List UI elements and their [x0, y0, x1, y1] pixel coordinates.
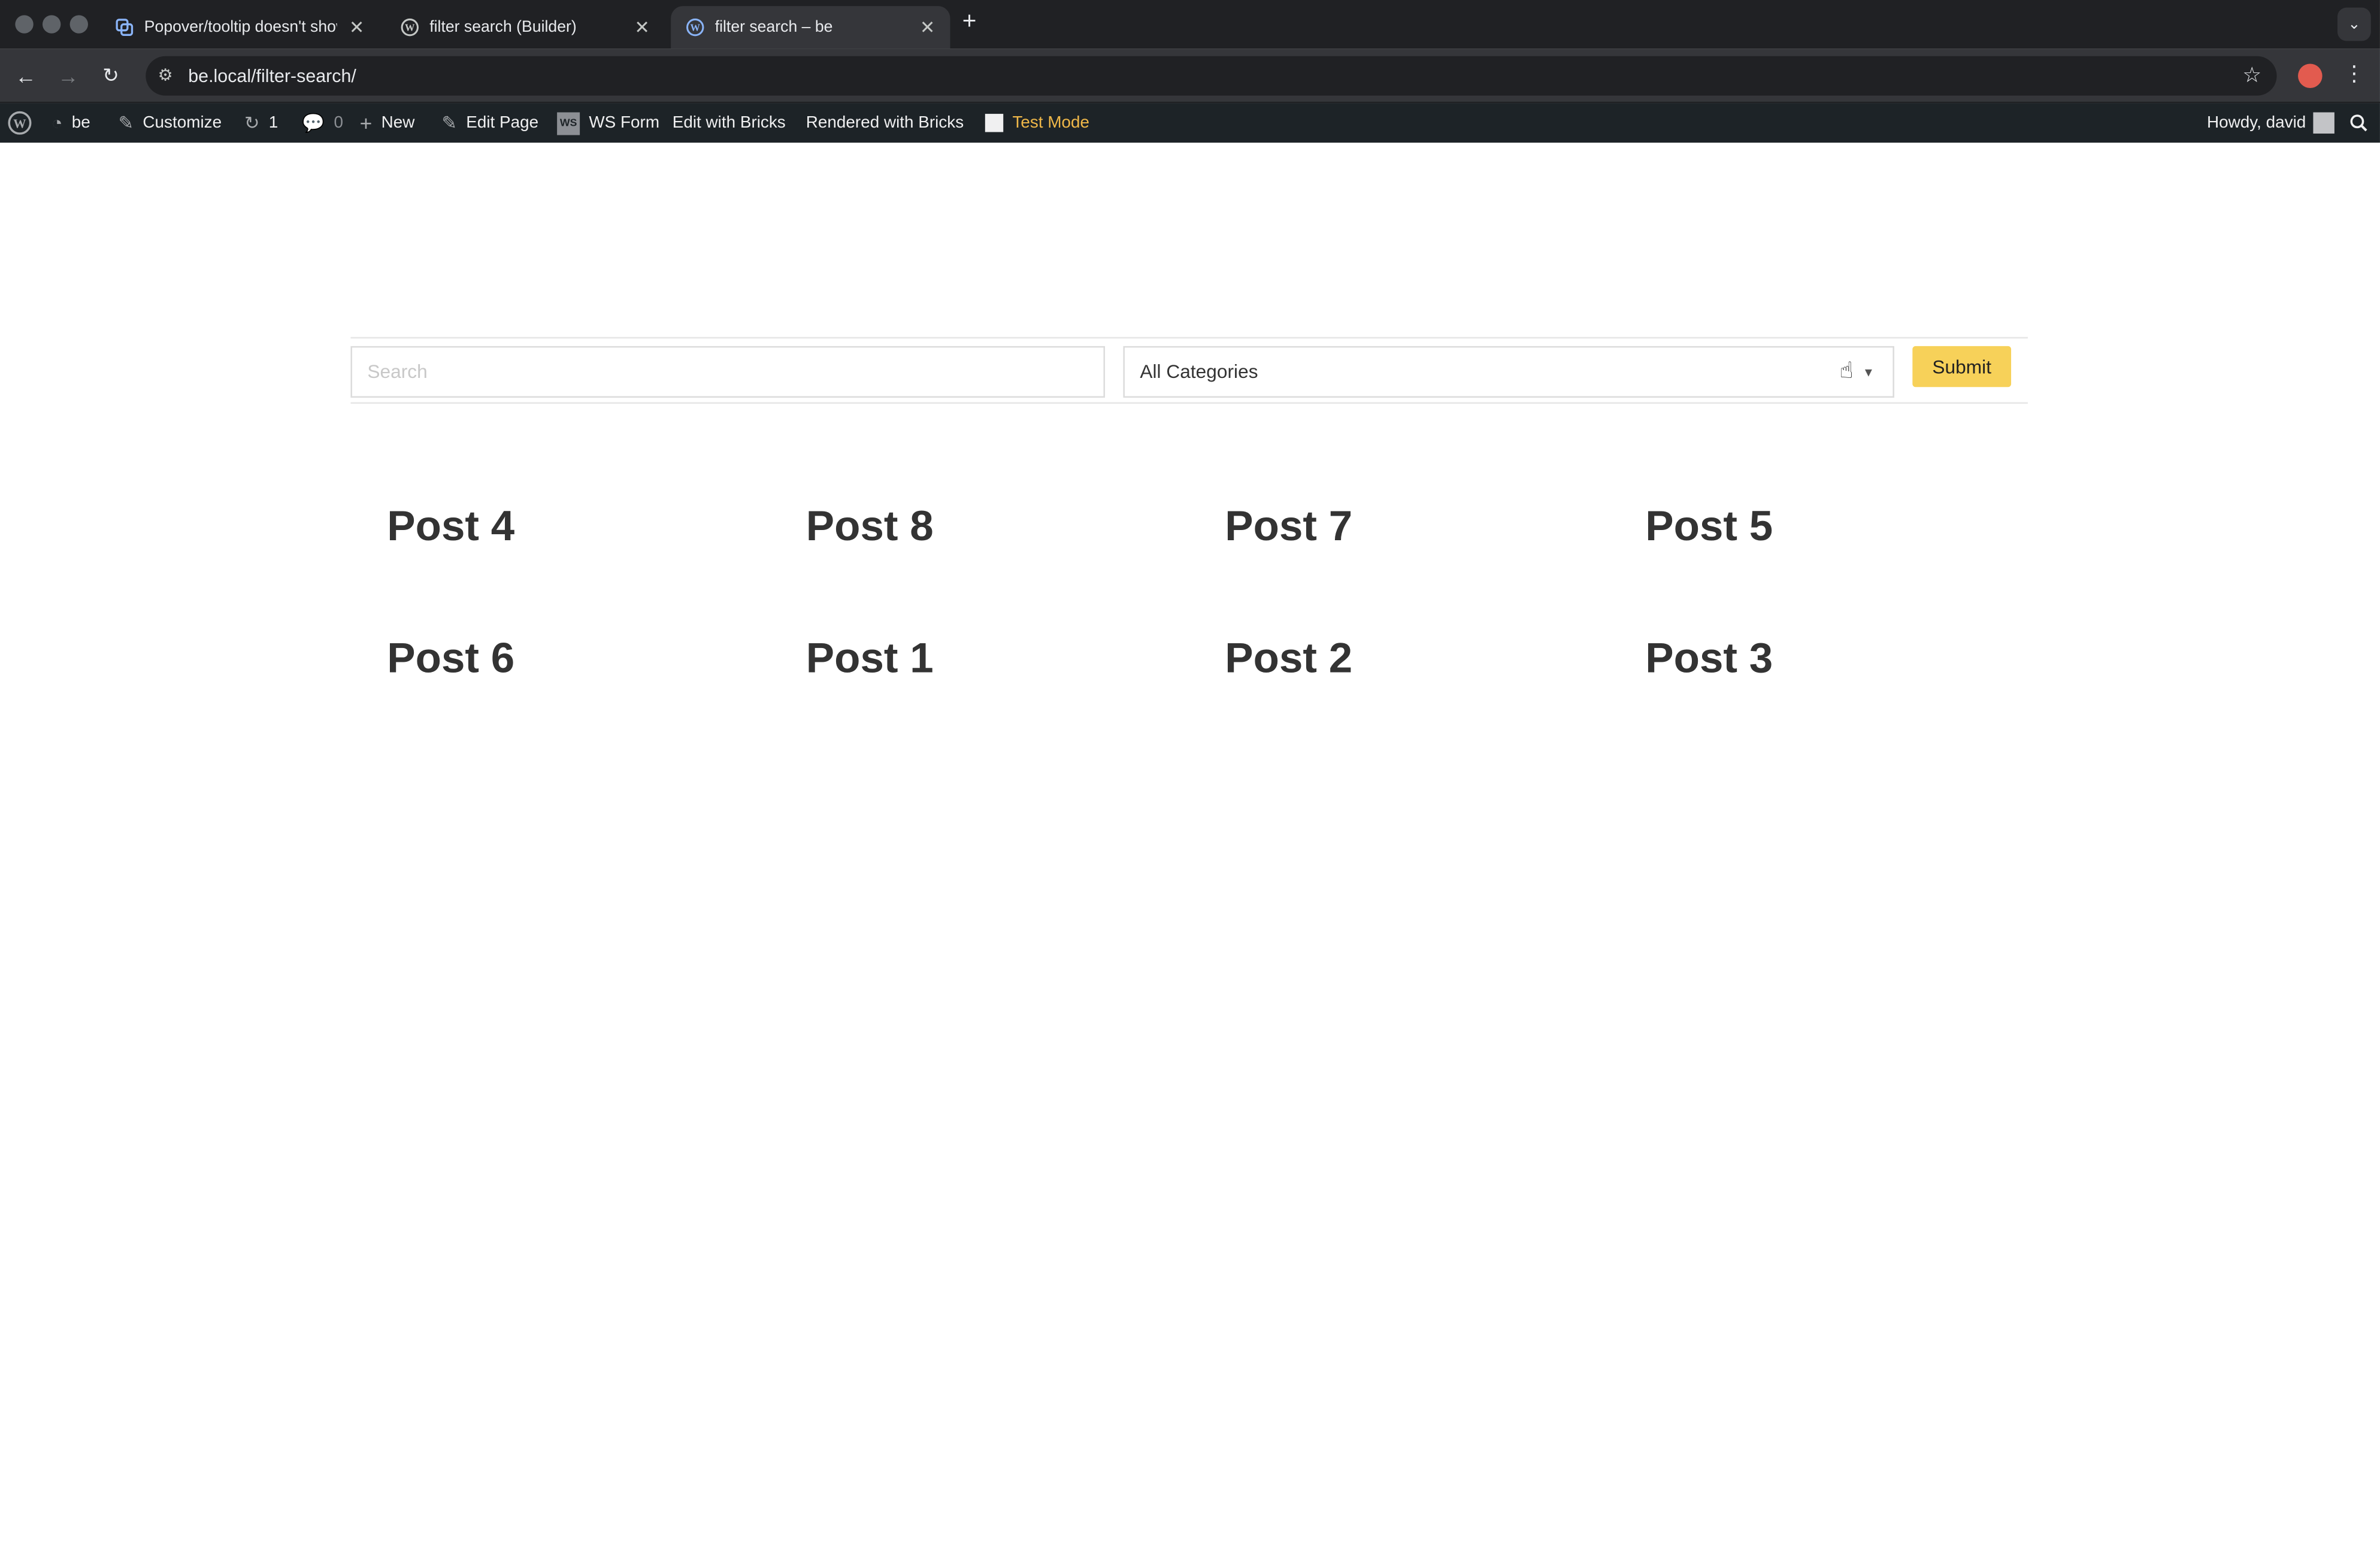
- svg-text:W: W: [405, 22, 415, 34]
- wordpress-favicon-icon: W: [401, 18, 419, 37]
- new-tab-icon[interactable]: +: [962, 9, 977, 37]
- tab-close-icon[interactable]: ✕: [920, 17, 935, 38]
- site-name-label: be: [71, 114, 90, 132]
- wordpress-logo-icon[interactable]: W: [8, 103, 32, 143]
- browser-tab-strip: Popover/tooltip doesn't show ✕ W filter …: [0, 0, 2380, 49]
- updates-icon: ↻: [244, 112, 260, 134]
- customize-link[interactable]: ✎ Customize: [119, 103, 222, 143]
- site-settings-icon[interactable]: ⚙: [158, 65, 179, 86]
- pencil-icon: ✎: [441, 112, 458, 134]
- customize-label: Customize: [143, 114, 222, 132]
- dashboard-icon: ◔: [52, 112, 63, 134]
- post-title[interactable]: Post 7: [1225, 502, 1352, 551]
- filter-form: All Categories ☝ ▼ Submit: [350, 337, 2028, 404]
- window-minimize-icon[interactable]: [42, 15, 61, 34]
- edit-page-label: Edit Page: [466, 114, 539, 132]
- tab-close-icon[interactable]: ✕: [349, 17, 365, 38]
- comment-bubble-icon: 💬: [302, 112, 325, 134]
- window-zoom-icon[interactable]: [69, 15, 88, 34]
- post-title[interactable]: Post 6: [387, 634, 514, 683]
- svg-text:W: W: [13, 116, 26, 131]
- post-title[interactable]: Post 1: [806, 634, 934, 683]
- brush-icon: ✎: [118, 112, 134, 134]
- browser-tab-popover[interactable]: Popover/tooltip doesn't show ✕: [100, 6, 379, 49]
- site-name-link[interactable]: ◔ be: [52, 103, 90, 143]
- account-menu[interactable]: Howdy, david: [2207, 103, 2335, 143]
- submit-button[interactable]: Submit: [1912, 346, 2012, 387]
- plus-icon: +: [359, 111, 373, 135]
- tab-title: Popover/tooltip doesn't show: [144, 18, 337, 37]
- browser-tab-filter-search[interactable]: W filter search – be ✕: [671, 6, 950, 49]
- hand-cursor-icon: ☝: [1839, 358, 1854, 385]
- avatar: [2313, 112, 2335, 134]
- post-title[interactable]: Post 8: [806, 502, 934, 551]
- search-input[interactable]: [350, 346, 1106, 398]
- svg-text:W: W: [691, 22, 701, 34]
- comments-count: 0: [334, 114, 343, 132]
- bookmark-star-icon[interactable]: ☆: [2242, 62, 2261, 88]
- browser-menu-icon[interactable]: ⋮: [2343, 60, 2364, 86]
- edit-page-link[interactable]: ✎ Edit Page: [442, 103, 539, 143]
- wp-admin-bar: W ◔ be ✎ Customize ↻ 1 💬 0 + New ✎ Edit …: [0, 103, 2380, 143]
- test-mode-label: Test Mode: [1012, 114, 1090, 132]
- updates-link[interactable]: ↻ 1: [244, 103, 278, 143]
- rendered-with-bricks-label: Rendered with Bricks: [806, 114, 964, 132]
- edit-with-bricks-label: Edit with Bricks: [672, 114, 786, 132]
- window-close-icon[interactable]: [15, 15, 34, 34]
- howdy-label: Howdy, david: [2207, 114, 2306, 132]
- profile-avatar[interactable]: [2298, 63, 2323, 88]
- browser-tab-builder[interactable]: W filter search (Builder) ✕: [386, 6, 665, 49]
- post-title[interactable]: Post 2: [1225, 634, 1352, 683]
- post-title[interactable]: Post 5: [1645, 502, 1773, 551]
- browser-toolbar: ← → ↻ ⚙ be.local/filter-search/ ☆ ⋮: [0, 49, 2380, 104]
- updates-count: 1: [268, 114, 278, 132]
- url-text: be.local/filter-search/: [188, 65, 356, 87]
- ws-form-label: WS Form: [589, 114, 660, 132]
- rendered-with-bricks-link[interactable]: Rendered with Bricks: [806, 103, 964, 143]
- tab-title: filter search (Builder): [429, 18, 577, 37]
- forward-arrow-icon[interactable]: →: [54, 62, 82, 90]
- admin-search-icon[interactable]: [2349, 103, 2367, 143]
- post-title[interactable]: Post 3: [1645, 634, 1773, 683]
- reload-icon[interactable]: ↻: [97, 62, 125, 90]
- caret-down-icon: ▼: [1862, 365, 1875, 380]
- wordpress-favicon-icon: W: [686, 18, 704, 37]
- new-label: New: [381, 114, 415, 132]
- new-content-link[interactable]: + New: [360, 103, 415, 143]
- post-title[interactable]: Post 4: [387, 502, 514, 551]
- tab-title: filter search – be: [714, 18, 833, 37]
- app-favicon-icon: [116, 19, 134, 36]
- screen: Popover/tooltip doesn't show ✕ W filter …: [0, 0, 2380, 1544]
- ws-form-link[interactable]: WS WS Form: [557, 103, 659, 143]
- back-arrow-icon[interactable]: ←: [12, 62, 40, 90]
- category-selected-value: All Categories: [1140, 361, 1258, 383]
- tab-close-icon[interactable]: ✕: [634, 17, 650, 38]
- test-mode-link[interactable]: Test Mode: [985, 103, 1089, 143]
- ws-form-logo-icon: WS: [557, 111, 580, 135]
- edit-with-bricks-link[interactable]: Edit with Bricks: [673, 103, 786, 143]
- tab-search-chevron-icon[interactable]: ⌄: [2337, 7, 2371, 41]
- address-bar[interactable]: ⚙ be.local/filter-search/ ☆: [146, 56, 2277, 96]
- comments-link[interactable]: 💬 0: [302, 103, 343, 143]
- test-mode-icon: [985, 114, 1004, 132]
- category-select[interactable]: All Categories ☝ ▼: [1123, 346, 1894, 398]
